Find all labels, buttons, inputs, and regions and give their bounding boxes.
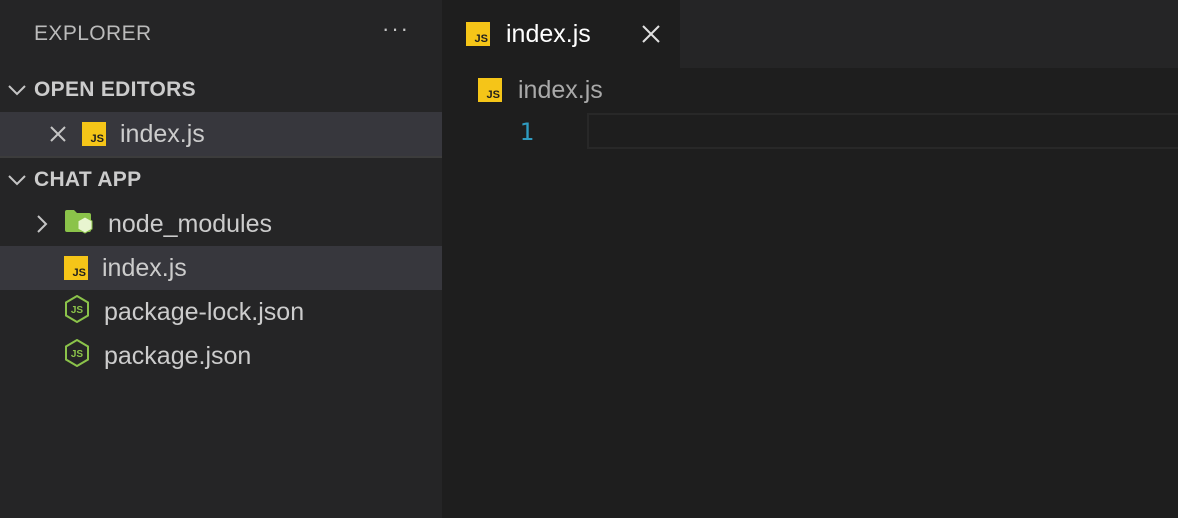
open-editors-section-header[interactable]: OPEN EDITORS bbox=[0, 68, 442, 112]
current-line-highlight bbox=[587, 113, 1178, 149]
js-file-icon: JS bbox=[478, 78, 502, 102]
editor-area: JS index.js JS index.js 1 bbox=[442, 0, 1178, 518]
open-editor-item-label: index.js bbox=[120, 119, 205, 148]
node-json-icon: JS bbox=[64, 338, 90, 374]
explorer-sidebar: EXPLORER ··· OPEN EDITORS JS index.js CH… bbox=[0, 0, 442, 518]
svg-text:JS: JS bbox=[71, 305, 84, 316]
tree-item-index-js[interactable]: JS index.js bbox=[0, 246, 442, 290]
tab-bar: JS index.js bbox=[442, 0, 1178, 68]
chevron-down-icon bbox=[4, 83, 30, 97]
vscode-window: EXPLORER ··· OPEN EDITORS JS index.js CH… bbox=[0, 0, 1178, 518]
tree-item-label: index.js bbox=[102, 253, 187, 282]
code-line[interactable]: 1 bbox=[442, 112, 1178, 152]
tree-item-label: package-lock.json bbox=[104, 297, 305, 326]
js-file-icon: JS bbox=[82, 122, 106, 146]
line-number: 1 bbox=[519, 118, 534, 146]
folder-node-icon bbox=[64, 208, 94, 241]
node-json-icon: JS bbox=[64, 294, 90, 330]
project-label: CHAT APP bbox=[34, 168, 142, 191]
explorer-header: EXPLORER ··· bbox=[0, 0, 442, 68]
tab-index-js[interactable]: JS index.js bbox=[442, 0, 680, 68]
open-editor-item-index-js[interactable]: JS index.js bbox=[0, 112, 442, 156]
more-actions-button[interactable]: ··· bbox=[382, 18, 410, 50]
tree-item-label: package.json bbox=[104, 341, 252, 370]
close-tab-icon[interactable] bbox=[636, 19, 666, 49]
js-file-icon: JS bbox=[466, 22, 490, 46]
breadcrumb-label: index.js bbox=[518, 75, 603, 104]
close-icon[interactable] bbox=[46, 125, 70, 143]
js-file-icon: JS bbox=[64, 256, 88, 280]
svg-text:JS: JS bbox=[71, 349, 84, 360]
chevron-down-icon bbox=[4, 173, 30, 187]
tab-label: index.js bbox=[506, 19, 591, 48]
chevron-right-icon bbox=[30, 214, 54, 234]
open-editors-label: OPEN EDITORS bbox=[34, 78, 196, 101]
tree-item-package-lock-json[interactable]: JS package-lock.json bbox=[0, 290, 442, 334]
breadcrumb[interactable]: JS index.js bbox=[442, 68, 1178, 112]
project-section-header[interactable]: CHAT APP bbox=[0, 158, 442, 202]
explorer-title: EXPLORER bbox=[34, 22, 152, 45]
tree-item-label: node_modules bbox=[108, 209, 273, 238]
tree-item-package-json[interactable]: JS package.json bbox=[0, 334, 442, 378]
tree-item-node-modules[interactable]: node_modules bbox=[0, 202, 442, 246]
